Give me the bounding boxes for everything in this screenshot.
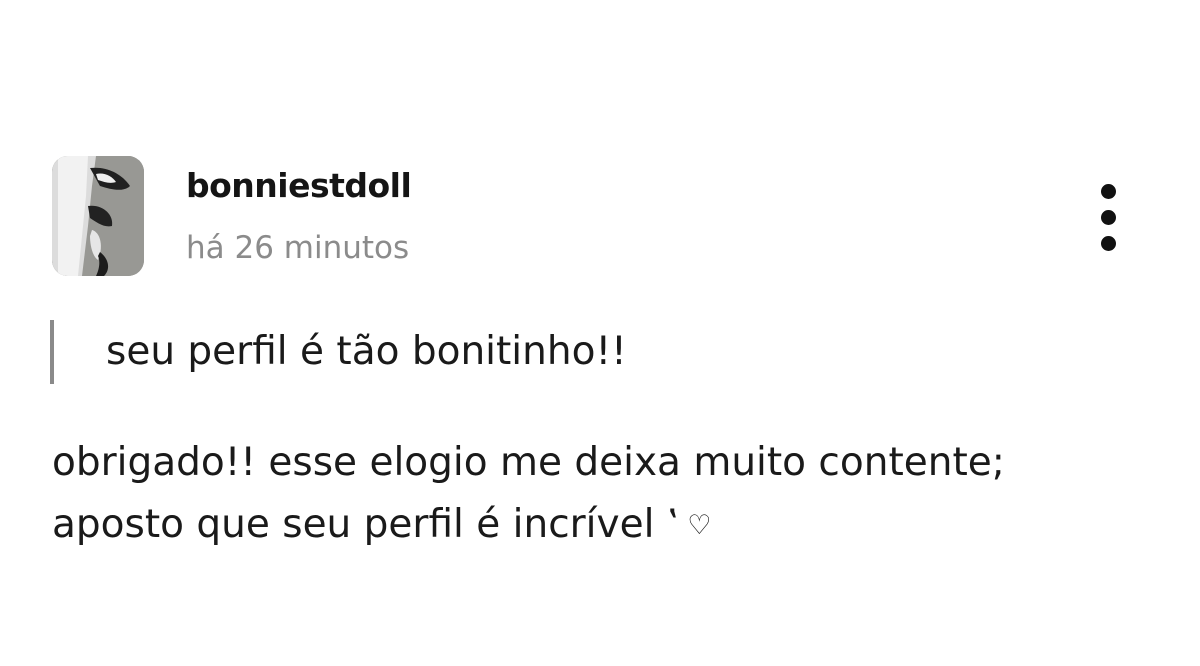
avatar-photo bbox=[52, 156, 144, 276]
quoted-message-text: seu perfil é tão bonitinho!! bbox=[106, 329, 627, 374]
username[interactable]: bonniestdoll bbox=[186, 166, 412, 205]
timestamp: há 26 minutos bbox=[186, 230, 410, 266]
reply-line-2-text: aposto que seu perfil é incrível ‛ bbox=[52, 502, 680, 547]
reply-line-1: obrigado!! esse elogio me deixa muito co… bbox=[52, 440, 1005, 485]
avatar[interactable] bbox=[52, 156, 144, 276]
post-header: bonniestdoll há 26 minutos bbox=[52, 156, 1152, 278]
quoted-message: seu perfil é tão bonitinho!! bbox=[50, 320, 627, 384]
reply-message: obrigado!! esse elogio me deixa muito co… bbox=[52, 432, 1152, 557]
reply-line-2: aposto que seu perfil é incrível ‛ ♡ bbox=[52, 494, 1152, 557]
heart-icon: ♡ bbox=[687, 510, 712, 541]
more-options-button[interactable] bbox=[1090, 182, 1130, 254]
